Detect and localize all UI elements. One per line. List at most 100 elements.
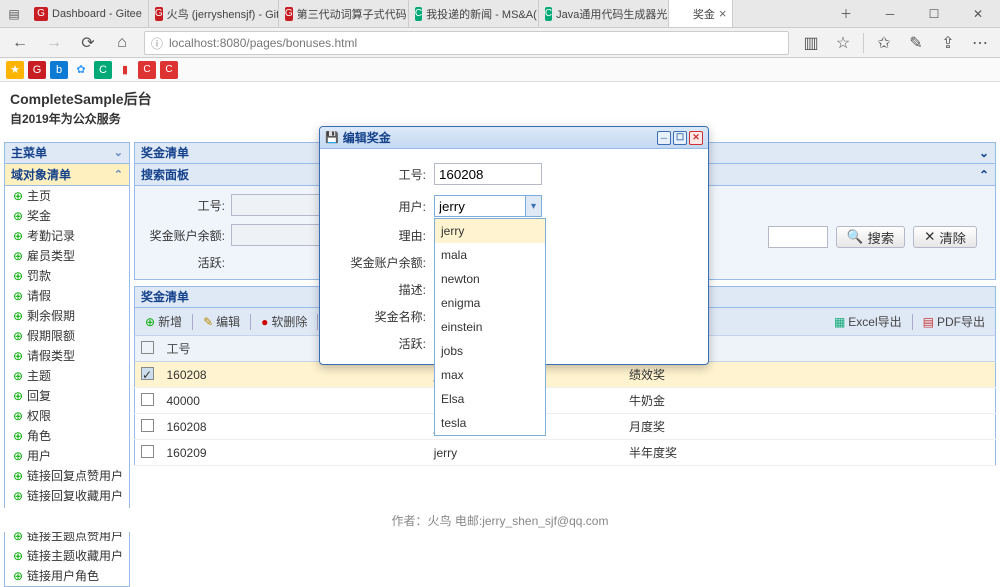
row-checkbox[interactable] (141, 445, 154, 458)
plus-icon: ⊕ (11, 488, 25, 504)
sidebar-item[interactable]: ⊕回复 (5, 386, 129, 406)
sidebar-item[interactable]: ⊕请假 (5, 286, 129, 306)
sidebar-item[interactable]: ⊕链接回复点赞用户 (5, 466, 129, 486)
sidebar-item[interactable]: ⊕剩余假期 (5, 306, 129, 326)
edit-button[interactable]: ✎编辑 (199, 311, 244, 332)
plus-icon: ⊕ (11, 188, 25, 204)
plus-icon: ⊕ (11, 228, 25, 244)
table-row[interactable]: 160208jerry月度奖 (135, 414, 996, 440)
dropdown-option[interactable]: max (435, 363, 545, 387)
edit-icon: ✎ (203, 315, 213, 329)
sidebar-item[interactable]: ⊕权限 (5, 406, 129, 426)
bm-5[interactable]: C (94, 61, 112, 79)
select-all-checkbox[interactable] (141, 341, 154, 354)
bm-8[interactable]: C (160, 61, 178, 79)
dialog-close[interactable]: ✕ (689, 131, 703, 145)
dropdown-option[interactable]: Elsa (435, 387, 545, 411)
plus-icon: ⊕ (11, 408, 25, 424)
page-title: CompleteSample后台 (10, 88, 990, 110)
sidebar-item[interactable]: ⊕假期限额 (5, 326, 129, 346)
row-checkbox[interactable] (141, 393, 154, 406)
bm-1[interactable]: ★ (6, 61, 24, 79)
sidebar-header-domain[interactable]: 域对象清单⌃ (4, 164, 130, 186)
app-menu-icon[interactable]: ▤ (0, 0, 28, 28)
dropdown-option[interactable]: mala (435, 243, 545, 267)
dropdown-option[interactable]: newton (435, 267, 545, 291)
tab-close-icon[interactable]: × (719, 6, 727, 21)
add-button[interactable]: ⊕新增 (141, 311, 186, 332)
search-button[interactable]: 🔍搜索 (836, 226, 905, 248)
forward-button[interactable]: → (42, 31, 66, 55)
table-row[interactable]: ✓160208jerry绩效奖 (135, 362, 996, 388)
sidebar-header-main[interactable]: 主菜单⌄ (4, 142, 130, 164)
minimize-button[interactable]: ─ (868, 0, 912, 28)
favorites-icon[interactable]: ✩ (872, 31, 896, 55)
bm-3[interactable]: b (50, 61, 68, 79)
bookmark-icon[interactable]: ☆ (831, 31, 855, 55)
bm-2[interactable]: G (28, 61, 46, 79)
search-extra-select[interactable] (768, 226, 828, 248)
back-button[interactable]: ← (8, 31, 32, 55)
dropdown-option[interactable]: jerry (435, 219, 545, 243)
dropdown-option[interactable]: einstein (435, 315, 545, 339)
plus-icon: ⊕ (11, 208, 25, 224)
dialog-header[interactable]: 💾 编辑奖金 ─ ☐ ✕ (320, 127, 708, 149)
dropdown-option[interactable]: tesla (435, 411, 545, 435)
row-checkbox[interactable]: ✓ (141, 367, 154, 380)
bm-4[interactable]: ✿ (72, 61, 90, 79)
plus-icon: ⊕ (11, 248, 25, 264)
sidebar-item[interactable]: ⊕主页 (5, 186, 129, 206)
more-icon[interactable]: ⋯ (968, 31, 992, 55)
delete-button[interactable]: ●软删除 (257, 311, 311, 332)
browser-tab[interactable]: G火鸟 (jerryshensjf) - Git (149, 0, 279, 27)
clear-icon: ✕ (924, 229, 935, 245)
clear-button[interactable]: ✕清除 (913, 226, 977, 248)
dropdown-option[interactable]: jobs (435, 339, 545, 363)
browser-tab[interactable]: C我投递的新闻 - MS&A( (409, 0, 539, 27)
sidebar-item[interactable]: ⊕主题 (5, 366, 129, 386)
table-row[interactable]: 160209jerry半年度奖 (135, 440, 996, 466)
bm-6[interactable]: ▮ (116, 61, 134, 79)
plus-icon: ⊕ (11, 368, 25, 384)
bm-7[interactable]: C (138, 61, 156, 79)
dialog-minimize[interactable]: ─ (657, 131, 671, 145)
browser-tab[interactable]: GDashboard - Gitee (28, 0, 149, 27)
maximize-button[interactable]: ☐ (912, 0, 956, 28)
site-info-icon: ⓘ (151, 35, 163, 52)
sidebar-item[interactable]: ⊕罚款 (5, 266, 129, 286)
page-subtitle: 自2019年为公众服务 (10, 110, 990, 127)
pdf-export-button[interactable]: ▤PDF导出 (919, 311, 989, 332)
browser-tab[interactable]: 奖金× (669, 0, 734, 27)
sidebar-item[interactable]: ⊕雇员类型 (5, 246, 129, 266)
url-input[interactable]: ⓘ localhost:8080/pages/bonuses.html (144, 31, 789, 55)
notes-icon[interactable]: ✎ (904, 31, 928, 55)
sidebar-item[interactable]: ⊕链接回复收藏用户 (5, 486, 129, 506)
sidebar-item[interactable]: ⊕链接主题收藏用户 (5, 546, 129, 566)
dropdown-option[interactable]: enigma (435, 291, 545, 315)
share-icon[interactable]: ⇪ (936, 31, 960, 55)
field-id-input[interactable] (434, 163, 542, 185)
browser-tab[interactable]: CJava通用代码生成器光 (539, 0, 669, 27)
new-tab-button[interactable]: ＋ (824, 0, 868, 28)
footer: 作者：火鸟 电邮:jerry_shen_sjf@qq.com (0, 508, 1000, 532)
dialog-maximize[interactable]: ☐ (673, 131, 687, 145)
plus-icon: ⊕ (11, 428, 25, 444)
search-balance-label: 奖金账户余额: (145, 227, 231, 244)
sidebar-item[interactable]: ⊕链接用户角色 (5, 566, 129, 586)
row-checkbox[interactable] (141, 419, 154, 432)
home-button[interactable]: ⌂ (110, 31, 134, 55)
table-row[interactable]: 40000mala牛奶金 (135, 388, 996, 414)
sidebar-item[interactable]: ⊕请假类型 (5, 346, 129, 366)
close-window-button[interactable]: ✕ (956, 0, 1000, 28)
sidebar-item[interactable]: ⊕用户 (5, 446, 129, 466)
excel-export-button[interactable]: ▦Excel导出 (830, 311, 906, 332)
add-icon: ⊕ (145, 315, 155, 329)
plus-icon: ⊕ (11, 448, 25, 464)
browser-tab[interactable]: G第三代动词算子式代码 (279, 0, 409, 27)
sidebar-item[interactable]: ⊕奖金 (5, 206, 129, 226)
sidebar-item[interactable]: ⊕考勤记录 (5, 226, 129, 246)
reader-icon[interactable]: ▥ (799, 31, 823, 55)
refresh-button[interactable]: ⟳ (76, 31, 100, 55)
combo-trigger[interactable]: ▾ (525, 196, 541, 216)
sidebar-item[interactable]: ⊕角色 (5, 426, 129, 446)
